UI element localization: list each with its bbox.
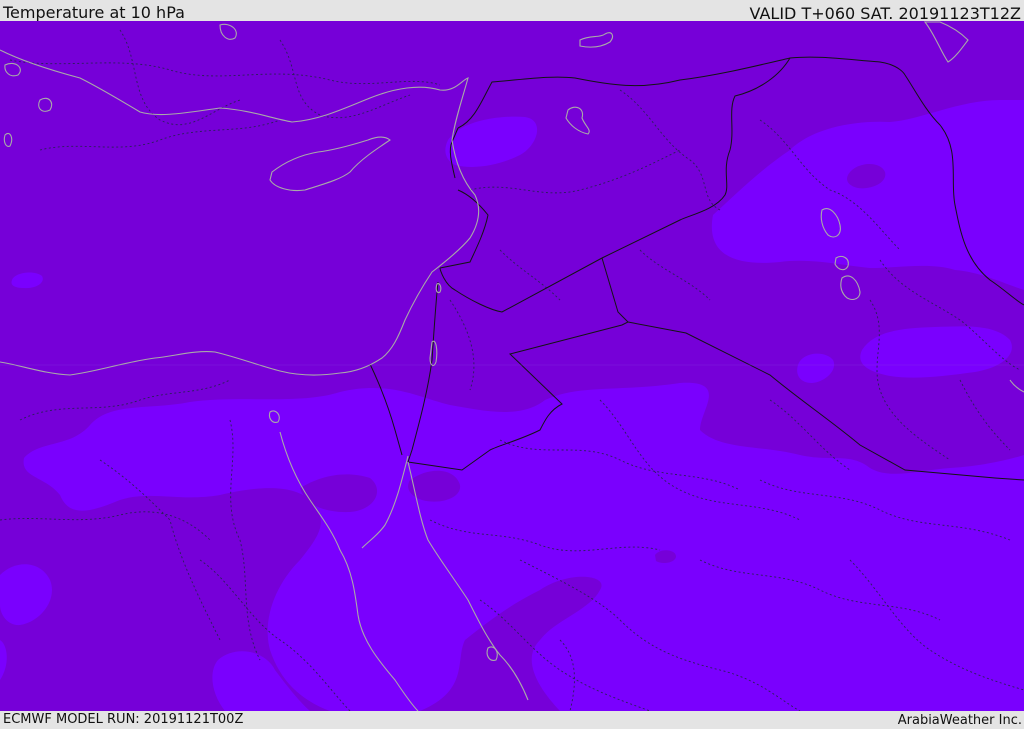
- map-title: Temperature at 10 hPa: [3, 3, 185, 22]
- header-bar: Temperature at 10 hPa VALID T+060 SAT. 2…: [0, 0, 1024, 23]
- footer-bar: ECMWF MODEL RUN: 20191121T00Z ArabiaWeat…: [0, 711, 1024, 729]
- map-figure: Temperature at 10 hPa VALID T+060 SAT. 2…: [0, 0, 1024, 729]
- map-svg: [0, 21, 1024, 711]
- map-canvas: [0, 21, 1024, 711]
- credit: ArabiaWeather Inc.: [897, 713, 1022, 728]
- model-run: ECMWF MODEL RUN: 20191121T00Z: [3, 712, 244, 727]
